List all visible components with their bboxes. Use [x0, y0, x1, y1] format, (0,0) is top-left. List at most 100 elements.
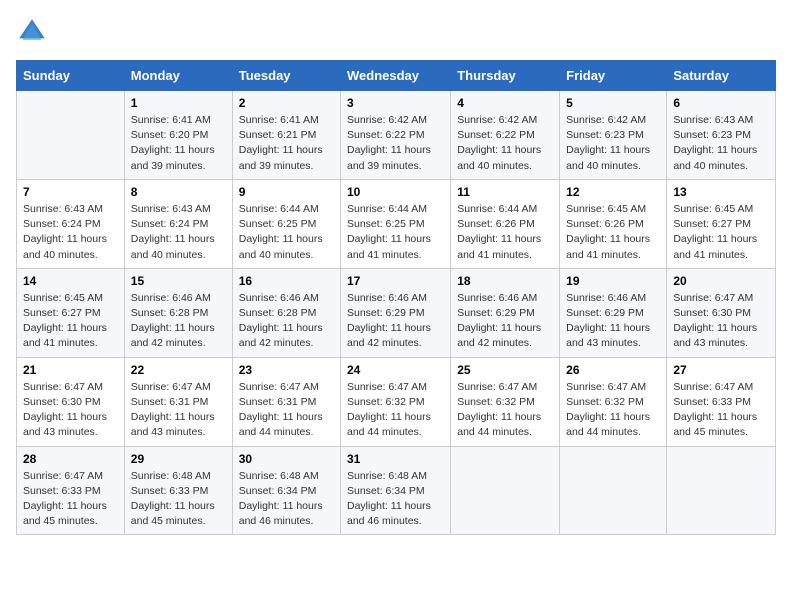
col-header-sunday: Sunday: [17, 61, 125, 91]
day-info: Sunrise: 6:48 AMSunset: 6:34 PMDaylight:…: [239, 469, 334, 530]
col-header-friday: Friday: [560, 61, 667, 91]
day-info: Sunrise: 6:48 AMSunset: 6:34 PMDaylight:…: [347, 469, 444, 530]
calendar-cell: 20 Sunrise: 6:47 AMSunset: 6:30 PMDayligh…: [667, 268, 776, 357]
day-info: Sunrise: 6:47 AMSunset: 6:32 PMDaylight:…: [566, 380, 660, 441]
logo-icon: [16, 16, 48, 48]
day-info: Sunrise: 6:47 AMSunset: 6:32 PMDaylight:…: [457, 380, 553, 441]
day-info: Sunrise: 6:48 AMSunset: 6:33 PMDaylight:…: [131, 469, 226, 530]
calendar-cell: 27Sunrise: 6:47 AMSunset: 6:33 PMDayligh…: [667, 357, 776, 446]
col-header-tuesday: Tuesday: [232, 61, 340, 91]
day-number: 7: [23, 185, 118, 199]
calendar-cell: 23Sunrise: 6:47 AMSunset: 6:31 PMDayligh…: [232, 357, 340, 446]
calendar-cell: 4 Sunrise: 6:42 AMSunset: 6:22 PMDaylight…: [451, 91, 560, 180]
day-number: 14: [23, 274, 118, 288]
calendar-cell: 26 Sunrise: 6:47 AMSunset: 6:32 PMDayligh…: [560, 357, 667, 446]
calendar-cell: 6 Sunrise: 6:43 AMSunset: 6:23 PMDaylight…: [667, 91, 776, 180]
day-info: Sunrise: 6:46 AMSunset: 6:29 PMDaylight:…: [457, 291, 553, 352]
day-number: 12: [566, 185, 660, 199]
calendar-cell: 9Sunrise: 6:44 AMSunset: 6:25 PMDaylight…: [232, 179, 340, 268]
col-header-wednesday: Wednesday: [341, 61, 451, 91]
day-number: 18: [457, 274, 553, 288]
day-number: 5: [566, 96, 660, 110]
day-number: 1: [131, 96, 226, 110]
calendar-cell: 31 Sunrise: 6:48 AMSunset: 6:34 PMDayligh…: [341, 446, 451, 535]
day-info: Sunrise: 6:46 AMSunset: 6:28 PMDaylight:…: [239, 291, 334, 352]
day-number: 22: [131, 363, 226, 377]
calendar-cell: 10 Sunrise: 6:44 AMSunset: 6:25 PMDayligh…: [341, 179, 451, 268]
week-row-4: 21 Sunrise: 6:47 AMSunset: 6:30 PMDayligh…: [17, 357, 776, 446]
calendar-cell: 22 Sunrise: 6:47 AMSunset: 6:31 PMDayligh…: [124, 357, 232, 446]
calendar-cell: 8 Sunrise: 6:43 AMSunset: 6:24 PMDaylight…: [124, 179, 232, 268]
day-number: 3: [347, 96, 444, 110]
day-number: 20: [673, 274, 769, 288]
day-info: Sunrise: 6:45 AMSunset: 6:26 PMDaylight:…: [566, 202, 660, 263]
calendar-cell: 11Sunrise: 6:44 AMSunset: 6:26 PMDayligh…: [451, 179, 560, 268]
calendar-cell: 24 Sunrise: 6:47 AMSunset: 6:32 PMDayligh…: [341, 357, 451, 446]
col-header-monday: Monday: [124, 61, 232, 91]
day-info: Sunrise: 6:44 AMSunset: 6:25 PMDaylight:…: [239, 202, 334, 263]
day-number: 17: [347, 274, 444, 288]
calendar-cell: 15 Sunrise: 6:46 AMSunset: 6:28 PMDayligh…: [124, 268, 232, 357]
day-number: 10: [347, 185, 444, 199]
calendar-cell: 5Sunrise: 6:42 AMSunset: 6:23 PMDaylight…: [560, 91, 667, 180]
header-row: SundayMondayTuesdayWednesdayThursdayFrid…: [17, 61, 776, 91]
day-info: Sunrise: 6:43 AMSunset: 6:23 PMDaylight:…: [673, 113, 769, 174]
day-info: Sunrise: 6:41 AMSunset: 6:20 PMDaylight:…: [131, 113, 226, 174]
day-number: 13: [673, 185, 769, 199]
calendar-cell: 1 Sunrise: 6:41 AMSunset: 6:20 PMDaylight…: [124, 91, 232, 180]
week-row-1: 1 Sunrise: 6:41 AMSunset: 6:20 PMDaylight…: [17, 91, 776, 180]
day-number: 15: [131, 274, 226, 288]
day-info: Sunrise: 6:47 AMSunset: 6:30 PMDaylight:…: [673, 291, 769, 352]
day-number: 24: [347, 363, 444, 377]
day-info: Sunrise: 6:47 AMSunset: 6:30 PMDaylight:…: [23, 380, 118, 441]
calendar-table: SundayMondayTuesdayWednesdayThursdayFrid…: [16, 60, 776, 535]
day-number: 21: [23, 363, 118, 377]
day-number: 6: [673, 96, 769, 110]
logo: [16, 16, 52, 48]
day-info: Sunrise: 6:45 AMSunset: 6:27 PMDaylight:…: [673, 202, 769, 263]
day-info: Sunrise: 6:47 AMSunset: 6:33 PMDaylight:…: [23, 469, 118, 530]
calendar-cell: 16 Sunrise: 6:46 AMSunset: 6:28 PMDayligh…: [232, 268, 340, 357]
day-number: 8: [131, 185, 226, 199]
calendar-cell: 21 Sunrise: 6:47 AMSunset: 6:30 PMDayligh…: [17, 357, 125, 446]
day-number: 16: [239, 274, 334, 288]
day-number: 29: [131, 452, 226, 466]
day-number: 28: [23, 452, 118, 466]
calendar-cell: 28 Sunrise: 6:47 AMSunset: 6:33 PMDayligh…: [17, 446, 125, 535]
day-info: Sunrise: 6:43 AMSunset: 6:24 PMDaylight:…: [131, 202, 226, 263]
calendar-cell: 2Sunrise: 6:41 AMSunset: 6:21 PMDaylight…: [232, 91, 340, 180]
calendar-cell: 14Sunrise: 6:45 AMSunset: 6:27 PMDayligh…: [17, 268, 125, 357]
calendar-cell: 7Sunrise: 6:43 AMSunset: 6:24 PMDaylight…: [17, 179, 125, 268]
day-info: Sunrise: 6:47 AMSunset: 6:31 PMDaylight:…: [239, 380, 334, 441]
week-row-3: 14Sunrise: 6:45 AMSunset: 6:27 PMDayligh…: [17, 268, 776, 357]
calendar-cell: 19 Sunrise: 6:46 AMSunset: 6:29 PMDayligh…: [560, 268, 667, 357]
page-container: SundayMondayTuesdayWednesdayThursdayFrid…: [0, 0, 792, 551]
day-info: Sunrise: 6:47 AMSunset: 6:32 PMDaylight:…: [347, 380, 444, 441]
day-number: 4: [457, 96, 553, 110]
day-info: Sunrise: 6:46 AMSunset: 6:29 PMDaylight:…: [566, 291, 660, 352]
day-number: 25: [457, 363, 553, 377]
calendar-cell: [17, 91, 125, 180]
calendar-cell: [667, 446, 776, 535]
day-info: Sunrise: 6:44 AMSunset: 6:25 PMDaylight:…: [347, 202, 444, 263]
calendar-cell: 3 Sunrise: 6:42 AMSunset: 6:22 PMDaylight…: [341, 91, 451, 180]
col-header-saturday: Saturday: [667, 61, 776, 91]
day-number: 26: [566, 363, 660, 377]
day-number: 30: [239, 452, 334, 466]
calendar-cell: 30 Sunrise: 6:48 AMSunset: 6:34 PMDayligh…: [232, 446, 340, 535]
calendar-cell: 13 Sunrise: 6:45 AMSunset: 6:27 PMDayligh…: [667, 179, 776, 268]
calendar-cell: [451, 446, 560, 535]
week-row-2: 7 Sunrise: 6:43 AMSunset: 6:24 PMDaylight…: [17, 179, 776, 268]
day-info: Sunrise: 6:41 AMSunset: 6:21 PMDaylight:…: [239, 113, 334, 174]
calendar-cell: [560, 446, 667, 535]
day-info: Sunrise: 6:47 AMSunset: 6:31 PMDaylight:…: [131, 380, 226, 441]
calendar-cell: 12 Sunrise: 6:45 AMSunset: 6:26 PMDayligh…: [560, 179, 667, 268]
header: [16, 16, 776, 48]
day-info: Sunrise: 6:42 AMSunset: 6:22 PMDaylight:…: [457, 113, 553, 174]
day-info: Sunrise: 6:46 AMSunset: 6:28 PMDaylight:…: [131, 291, 226, 352]
day-number: 19: [566, 274, 660, 288]
day-info: Sunrise: 6:44 AMSunset: 6:26 PMDaylight:…: [457, 202, 553, 263]
day-info: Sunrise: 6:42 AMSunset: 6:22 PMDaylight:…: [347, 113, 444, 174]
day-number: 31: [347, 452, 444, 466]
week-row-5: 28 Sunrise: 6:47 AMSunset: 6:33 PMDayligh…: [17, 446, 776, 535]
